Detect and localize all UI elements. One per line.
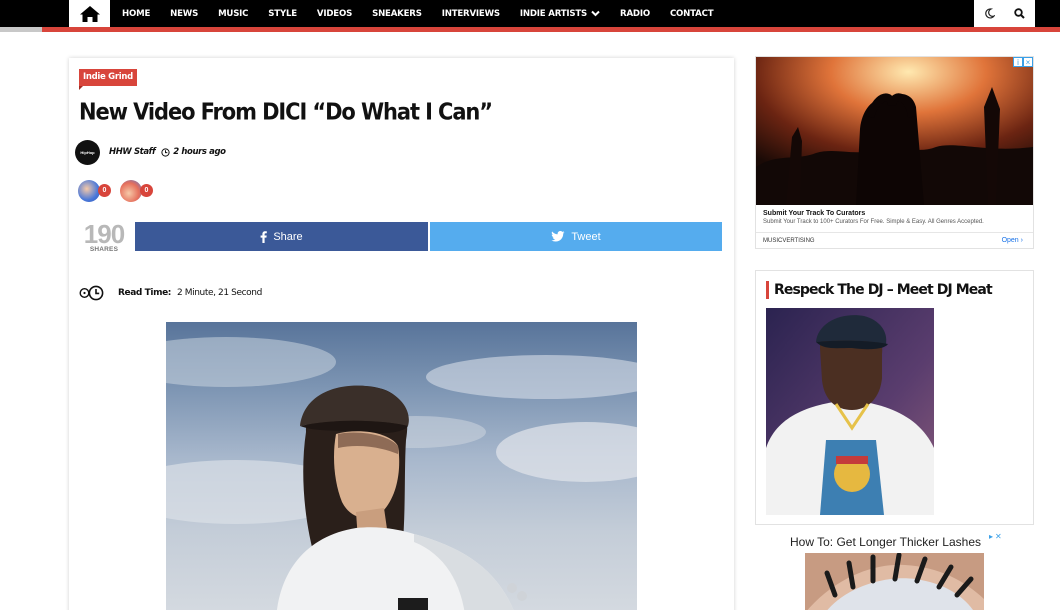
ad-headline[interactable]: How To: Get Longer Thicker Lashes: [790, 535, 981, 549]
search-button[interactable]: [1004, 0, 1034, 27]
nav-item-news[interactable]: NEWS: [170, 9, 198, 19]
dislike-reaction[interactable]: 0: [120, 178, 162, 204]
search-icon: [1013, 8, 1025, 19]
author-meta: HipHop HHW Staff 2 hours ago: [75, 139, 226, 165]
like-reaction[interactable]: 0: [78, 178, 120, 204]
read-time-icon: [79, 285, 104, 301]
dislike-count: 0: [140, 184, 153, 197]
ad-open-label: Open: [1001, 237, 1019, 244]
ad-title: Submit Your Track To Curators: [763, 210, 866, 217]
top-navigation-bar: HOME NEWS MUSIC STYLE VIDEOS SNEAKERS IN…: [0, 0, 1060, 27]
ad-info-icon: ▸: [989, 532, 994, 541]
read-time: Read Time: 2 Minute, 21 Second: [79, 284, 262, 302]
nav-item-videos[interactable]: VIDEOS: [317, 9, 352, 19]
nav-item-music[interactable]: MUSIC: [218, 9, 248, 19]
post-time: 2 hours ago: [173, 147, 226, 157]
article-title: New Video From DICI “Do What I Can”: [79, 98, 493, 125]
twitter-share-label: Tweet: [571, 230, 601, 243]
clock-icon: [161, 147, 170, 157]
like-count: 0: [98, 184, 111, 197]
sidebar-ad[interactable]: i × Submit Your Track To Curators Submit…: [755, 56, 1034, 249]
nav-tools: [974, 0, 1035, 27]
read-time-value: 2 Minute, 21 Second: [177, 288, 262, 298]
twitter-icon: [551, 231, 565, 242]
chevron-right-icon: ›: [1020, 237, 1023, 244]
ad-close-icon: ✕: [995, 532, 1002, 541]
twitter-share-button[interactable]: Tweet: [430, 222, 722, 251]
author-name[interactable]: HHW Staff: [109, 147, 156, 157]
facebook-icon: [260, 230, 268, 243]
featured-widget: Respeck The DJ – Meet DJ Meat: [755, 270, 1034, 525]
avatar-logo-text: HipHop: [80, 149, 95, 155]
hero-photo-artwork: [166, 337, 637, 610]
nav-item-style[interactable]: STYLE: [268, 9, 297, 19]
article-hero-image: [166, 322, 637, 610]
facebook-share-button[interactable]: Share: [135, 222, 428, 251]
article-card: Indie Grind New Video From DICI “Do What…: [69, 58, 734, 610]
concert-ad-image: i ×: [756, 57, 1033, 205]
widget-image[interactable]: [766, 308, 934, 515]
like-reaction-icon: [78, 180, 100, 202]
nav-item-radio[interactable]: RADIO: [620, 9, 650, 19]
dark-mode-toggle[interactable]: [974, 0, 1004, 27]
ad-info-icon: i: [1013, 57, 1023, 67]
home-button[interactable]: [69, 0, 110, 27]
ad-choices-small[interactable]: ▸ ✕: [989, 532, 1002, 541]
nav-item-indie-artists[interactable]: INDIE ARTISTS: [520, 9, 600, 19]
nav-item-home[interactable]: HOME: [122, 9, 150, 19]
ad-footer: MUSICVERTISING Open ›: [756, 232, 1033, 249]
chevron-down-icon: [591, 10, 600, 17]
nav-item-indie-artists-label: INDIE ARTISTS: [519, 8, 588, 19]
home-icon: [79, 5, 100, 22]
ad-close-icon: ×: [1023, 57, 1033, 67]
author-avatar[interactable]: HipHop: [75, 139, 100, 165]
widget-title[interactable]: Respeck The DJ – Meet DJ Meat: [766, 281, 993, 299]
nav-item-interviews[interactable]: INTERVIEWS: [442, 9, 500, 19]
nav-item-contact[interactable]: CONTACT: [670, 9, 714, 19]
facebook-share-label: Share: [273, 230, 303, 243]
read-time-label: Read Time:: [118, 288, 171, 298]
nav-item-sneakers[interactable]: SNEAKERS: [372, 9, 422, 19]
lashes-ad-image[interactable]: [805, 553, 984, 610]
dislike-reaction-icon: [120, 180, 142, 202]
ad-description: Submit Your Track to 100+ Curators For F…: [763, 219, 984, 225]
share-count-number: 190: [83, 219, 125, 249]
category-tag[interactable]: Indie Grind: [79, 69, 137, 90]
share-counter: 190 SHARES: [78, 219, 130, 253]
ad-choices-badge[interactable]: i ×: [1013, 57, 1033, 67]
progress-track: [0, 27, 42, 32]
accent-bar: [0, 27, 1060, 32]
ad-open-button[interactable]: Open ›: [1002, 237, 1023, 244]
main-menu: HOME NEWS MUSIC STYLE VIDEOS SNEAKERS IN…: [122, 0, 733, 27]
reactions: 0 0: [78, 178, 162, 204]
ad-brand: MUSICVERTISING: [763, 238, 815, 244]
moon-icon: [984, 8, 995, 19]
